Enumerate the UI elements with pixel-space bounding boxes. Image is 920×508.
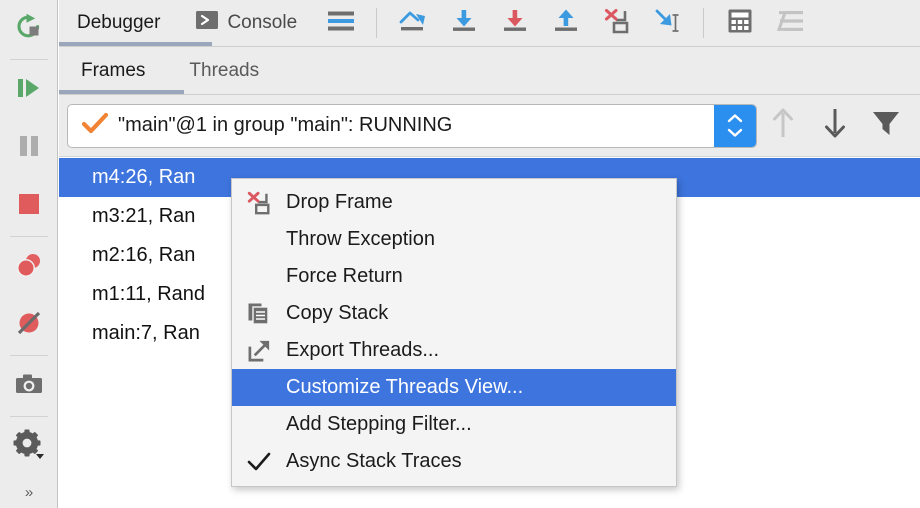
sidebar-divider-1 [9, 59, 48, 60]
resume-icon [14, 73, 44, 108]
chevron-down-icon [727, 128, 743, 137]
get-thread-dump-button[interactable] [0, 357, 58, 415]
threads-view-button[interactable] [765, 0, 816, 47]
step-into-button[interactable] [489, 0, 540, 47]
previous-frame-button[interactable] [757, 95, 809, 157]
frame-label: m2:16, Ran [92, 244, 196, 266]
resume-program-button[interactable] [0, 61, 58, 119]
debugger-window: » Debugger Console Frames Threads "main"… [0, 0, 920, 508]
run-to-cursor-button[interactable] [642, 0, 693, 47]
debugger-tab-underline [59, 42, 212, 46]
rerun-icon [14, 12, 44, 47]
step-over-button[interactable] [438, 0, 489, 47]
chevron-up-icon [727, 114, 743, 123]
tab-debugger[interactable]: Debugger [59, 0, 178, 47]
frame-label: m1:11, Rand [92, 283, 206, 305]
step-out-icon [552, 7, 580, 40]
step-over-icon [450, 7, 478, 40]
next-frame-button[interactable] [809, 95, 861, 157]
menu-item-label: Customize Threads View... [286, 376, 524, 398]
drop-frame-icon [232, 190, 286, 216]
frames-threads-tabbar: Frames Threads [59, 47, 920, 95]
menu-item-label: Force Return [286, 265, 403, 287]
tab-console[interactable]: Console [178, 0, 315, 47]
export-icon [232, 338, 286, 363]
arrow-down-icon [822, 107, 848, 144]
drop-frame-button[interactable] [591, 0, 642, 47]
frame-label: main:7, Ran [92, 322, 200, 344]
tab-debugger-label: Debugger [77, 12, 161, 33]
step-into-icon [501, 7, 529, 40]
thread-selector-value: "main"@1 in group "main": RUNNING [118, 114, 453, 136]
menu-item-async-stack-traces[interactable]: Async Stack Traces [232, 443, 676, 480]
mute-breakpoints-button[interactable] [0, 296, 58, 354]
thread-selector-combobox[interactable]: "main"@1 in group "main": RUNNING [67, 103, 757, 148]
menu-item-add-stepping-filter[interactable]: Add Stepping Filter... [232, 406, 676, 443]
checkmark-icon [232, 451, 286, 473]
thread-selector-row: "main"@1 in group "main": RUNNING [59, 95, 920, 157]
settings-button[interactable] [0, 418, 58, 476]
checkmark-icon [81, 112, 109, 139]
copy-icon [232, 302, 286, 326]
frames-tab-underline [59, 90, 184, 94]
funnel-icon [871, 108, 901, 143]
stop-button[interactable] [0, 177, 58, 235]
debugger-sidebar-toolbar: » [0, 0, 58, 508]
menu-item-drop-frame[interactable]: Drop Frame [232, 184, 676, 221]
show-execution-point-button[interactable] [387, 0, 438, 47]
menu-item-export-threads[interactable]: Export Threads... [232, 332, 676, 369]
pause-icon [16, 133, 42, 164]
tab-console-label: Console [227, 12, 298, 33]
subtab-threads-label: Threads [189, 59, 260, 81]
execution-point-icon [398, 7, 428, 40]
layout-icon [327, 10, 355, 37]
frame-label: m4:26, Ran [92, 166, 196, 188]
menu-item-throw-exception[interactable]: Throw Exception [232, 221, 676, 258]
toolbar-divider-1 [376, 8, 378, 38]
menu-item-copy-stack[interactable]: Copy Stack [232, 295, 676, 332]
menu-item-customize-threads-view[interactable]: Customize Threads View... [232, 369, 676, 406]
threads-list-icon [776, 9, 805, 38]
menu-item-label: Add Stepping Filter... [286, 413, 472, 435]
frame-label: m3:21, Ran [92, 205, 196, 227]
sidebar-more-button[interactable]: » [0, 476, 58, 508]
layout-settings-button[interactable] [315, 0, 366, 47]
menu-item-label: Throw Exception [286, 228, 435, 250]
stop-icon [16, 191, 42, 222]
arrow-up-icon [770, 107, 796, 144]
camera-icon [14, 369, 44, 404]
thread-selector-spinner[interactable] [714, 104, 756, 147]
frames-context-menu: Drop Frame Throw Exception Force Return [231, 178, 677, 487]
sidebar-divider-3 [9, 355, 48, 356]
menu-item-label: Async Stack Traces [286, 450, 462, 472]
menu-item-force-return[interactable]: Force Return [232, 258, 676, 295]
view-breakpoints-button[interactable] [0, 238, 58, 296]
sidebar-divider-4 [9, 416, 48, 417]
menu-item-label: Drop Frame [286, 191, 393, 213]
calculator-icon [727, 8, 753, 39]
breakpoints-icon [14, 250, 44, 285]
subtab-threads[interactable]: Threads [167, 47, 281, 95]
toolbar-divider-2 [703, 8, 705, 38]
filter-button[interactable] [860, 95, 912, 157]
pause-program-button[interactable] [0, 119, 58, 177]
step-out-button[interactable] [540, 0, 591, 47]
run-to-cursor-icon [653, 7, 683, 40]
debugger-tabbar: Debugger Console [59, 0, 920, 47]
rerun-button[interactable] [0, 0, 58, 58]
sidebar-divider-2 [9, 236, 48, 237]
subtab-frames-label: Frames [81, 59, 146, 81]
evaluate-expression-button[interactable] [714, 0, 765, 47]
subtab-frames[interactable]: Frames [59, 47, 167, 95]
menu-item-label: Export Threads... [286, 339, 440, 361]
mute-breakpoints-icon [14, 308, 44, 343]
gear-icon [13, 429, 45, 466]
drop-frame-icon [603, 7, 631, 40]
menu-item-label: Copy Stack [286, 302, 389, 324]
console-icon [196, 9, 219, 37]
